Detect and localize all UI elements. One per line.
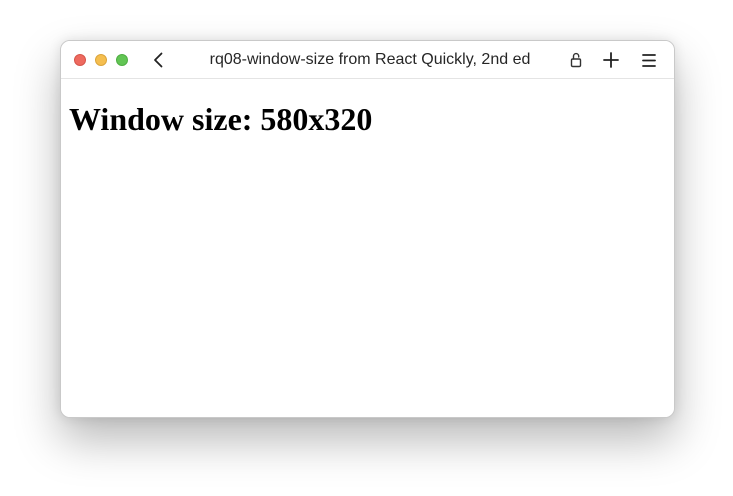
- lock-open-icon: [570, 52, 582, 68]
- browser-window: rq08-window-size from React Quickly, 2nd…: [60, 40, 675, 418]
- title-bar: rq08-window-size from React Quickly, 2nd…: [61, 41, 674, 79]
- maximize-window-button[interactable]: [116, 54, 128, 66]
- window-size-heading: Window size: 580x320: [69, 101, 373, 137]
- desktop-background: rq08-window-size from React Quickly, 2nd…: [0, 0, 733, 496]
- close-window-button[interactable]: [74, 54, 86, 66]
- back-button[interactable]: [147, 48, 171, 72]
- chevron-left-icon: [154, 52, 163, 68]
- new-tab-button[interactable]: [599, 48, 623, 72]
- hamburger-menu-icon: [642, 54, 656, 67]
- minimize-window-button[interactable]: [95, 54, 107, 66]
- page-content: Window size: 580x320: [61, 79, 674, 417]
- plus-icon: [603, 52, 619, 68]
- menu-button[interactable]: [637, 48, 661, 72]
- site-security-button[interactable]: [565, 48, 587, 72]
- window-title: rq08-window-size from React Quickly, 2nd…: [209, 51, 531, 68]
